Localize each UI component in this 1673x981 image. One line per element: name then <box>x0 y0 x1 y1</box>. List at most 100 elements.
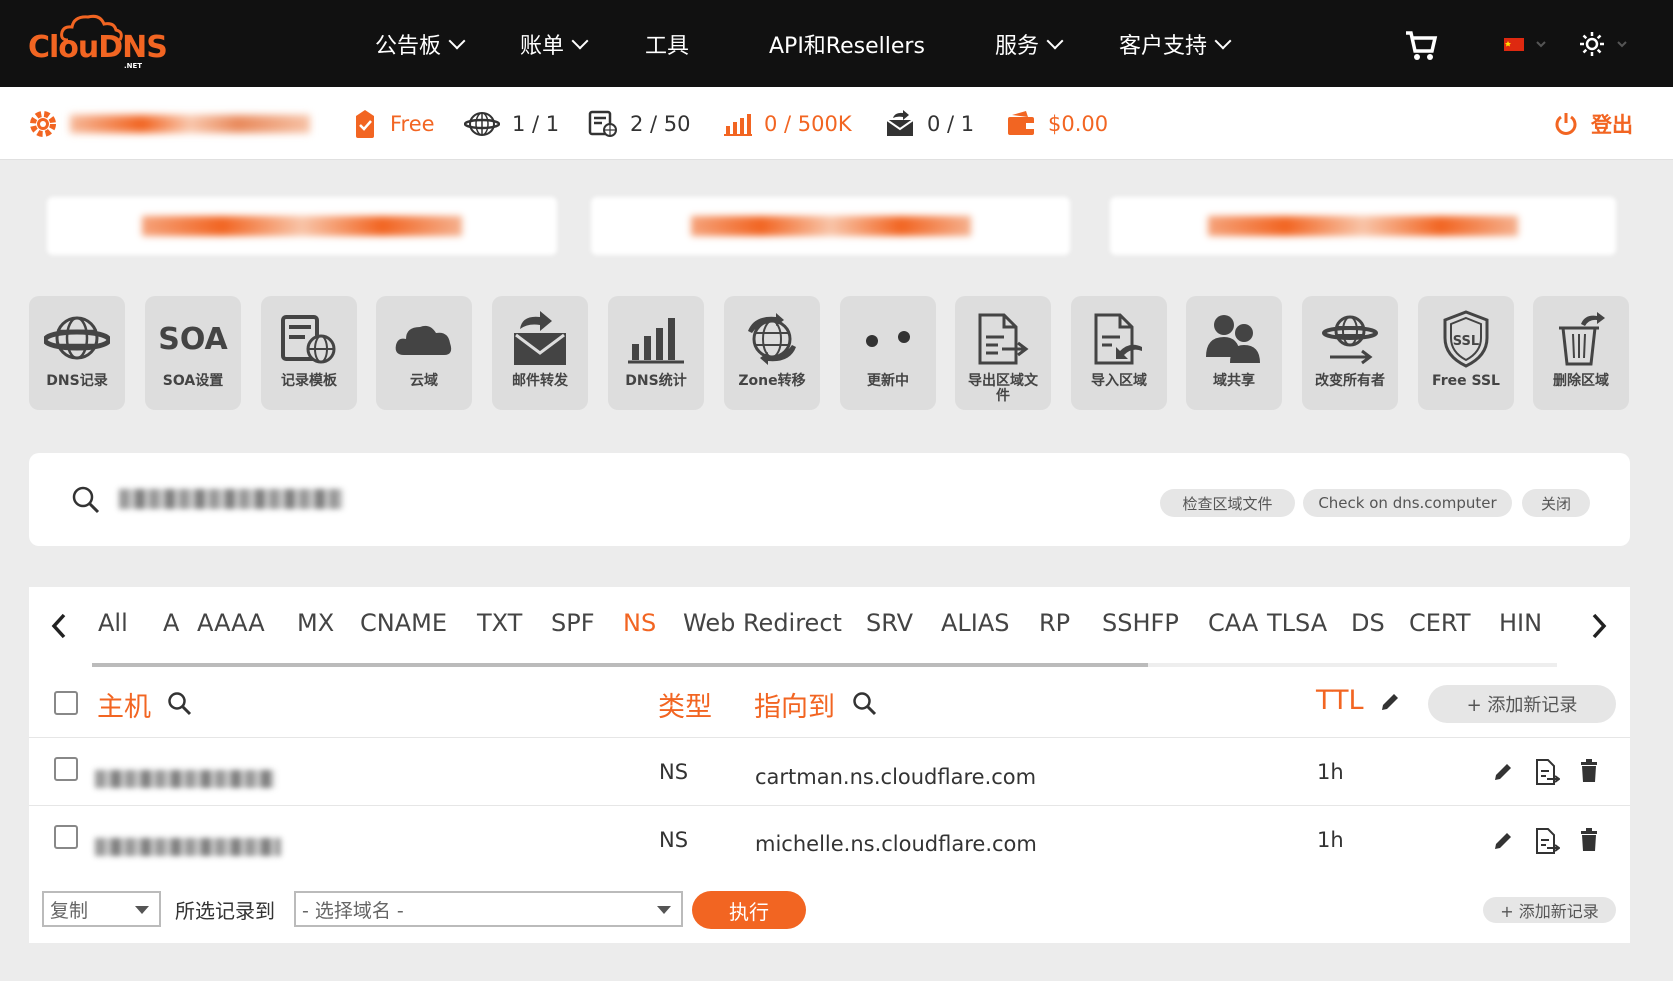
tab-ns[interactable]: NS <box>623 609 656 637</box>
tile-label: DNS统计 <box>625 373 687 389</box>
tab-web-redirect[interactable]: Web Redirect <box>683 609 842 637</box>
tab-ds[interactable]: DS <box>1351 609 1385 637</box>
pencil-icon[interactable] <box>1492 830 1514 856</box>
nameserver-banner-3[interactable] <box>1110 197 1616 255</box>
records-count-value: 2 / 50 <box>630 111 691 136</box>
tabs-scrollbar[interactable] <box>92 663 1557 667</box>
action-select[interactable]: 复制 <box>42 891 161 927</box>
tile-domain-sharing[interactable]: 域共享 <box>1186 296 1282 410</box>
search-icon[interactable] <box>167 691 193 721</box>
pencil-icon[interactable] <box>1492 761 1514 787</box>
tab-caa[interactable]: CAA <box>1208 609 1258 637</box>
tab-cname[interactable]: CNAME <box>360 609 447 637</box>
chevron-left-icon[interactable] <box>49 611 69 645</box>
record-ttl: 1h <box>1317 760 1344 784</box>
tile-export-zone[interactable]: 导出区域文件 <box>955 296 1051 410</box>
plan-free[interactable]: Free <box>352 87 435 160</box>
tile-updating[interactable]: 更新中 <box>840 296 936 410</box>
tab-tlsa[interactable]: TLSA <box>1267 609 1327 637</box>
execute-button[interactable]: 执行 <box>692 891 806 929</box>
tile-label: 导入区域 <box>1091 373 1147 389</box>
add-record-button-bottom[interactable]: + 添加新记录 <box>1483 897 1616 923</box>
tile-label: DNS记录 <box>46 373 108 389</box>
tab-spf[interactable]: SPF <box>551 609 595 637</box>
domain-select[interactable]: - 选择域名 - <box>294 891 683 927</box>
cart-icon[interactable] <box>1404 30 1438 66</box>
tile-mail-forwarding[interactable]: 邮件转发 <box>492 296 588 410</box>
globe-icon <box>464 111 500 137</box>
nav-dashboard[interactable]: 公告板 <box>375 0 466 87</box>
nameserver-banner-2[interactable] <box>591 197 1070 255</box>
trash-icon[interactable] <box>1579 828 1599 856</box>
tile-record-templates[interactable]: 记录模板 <box>261 296 357 410</box>
account-balance[interactable]: $0.00 <box>1006 87 1108 160</box>
nameserver-blurred-2 <box>690 216 971 236</box>
language-flag-icon[interactable] <box>1504 36 1548 56</box>
tile-delete-zone[interactable]: 删除区域 <box>1533 296 1629 410</box>
row-checkbox[interactable] <box>54 757 78 781</box>
gear-icon[interactable] <box>28 109 58 139</box>
tab-rp[interactable]: RP <box>1039 609 1070 637</box>
tab-txt[interactable]: TXT <box>477 609 522 637</box>
tile-import-zone[interactable]: 导入区域 <box>1071 296 1167 410</box>
chevron-right-icon[interactable] <box>1589 611 1609 645</box>
plan-label: Free <box>390 111 435 136</box>
nav-api-resellers[interactable]: API和Resellers <box>769 0 925 87</box>
records-icon <box>588 110 618 138</box>
theme-sun-icon[interactable] <box>1580 32 1630 60</box>
export-record-icon[interactable] <box>1534 827 1561 859</box>
tile-dns-records[interactable]: DNS记录 <box>29 296 125 410</box>
tile-dns-stats[interactable]: DNS统计 <box>608 296 704 410</box>
tab-srv[interactable]: SRV <box>866 609 913 637</box>
stats-icon <box>628 308 684 370</box>
account-settings[interactable] <box>28 87 310 160</box>
queries-count[interactable]: 0 / 500K <box>724 87 852 160</box>
search-icon[interactable] <box>71 485 101 519</box>
mail-forward-icon <box>885 109 915 138</box>
tile-zone-transfer[interactable]: Zone转移 <box>724 296 820 410</box>
export-record-icon[interactable] <box>1534 758 1561 790</box>
check-zone-file-button[interactable]: 检查区域文件 <box>1160 489 1295 517</box>
tile-free-ssl[interactable]: SSL Free SSL <box>1418 296 1514 410</box>
chevron-down-icon <box>1046 32 1064 49</box>
check-dns-computer-button[interactable]: Check on dns.computer <box>1303 489 1512 517</box>
tile-label: 记录模板 <box>281 373 337 389</box>
ssl-icon: SSL <box>1441 308 1491 370</box>
table-row[interactable]: NS cartman.ns.cloudflare.com 1h <box>29 738 1630 806</box>
tab-alias[interactable]: ALIAS <box>941 609 1010 637</box>
tab-cert[interactable]: CERT <box>1409 609 1471 637</box>
records-count: 2 / 50 <box>588 87 691 160</box>
row-checkbox[interactable] <box>54 825 78 849</box>
tab-aaaa[interactable]: AAAA <box>197 609 265 637</box>
zones-count: 1 / 1 <box>464 87 559 160</box>
tab-hin[interactable]: HIN <box>1499 609 1542 637</box>
points-to-header[interactable]: 指向到 <box>754 685 835 724</box>
select-all-checkbox[interactable] <box>54 691 78 715</box>
nav-tools[interactable]: 工具 <box>645 0 689 87</box>
tab-sshfp[interactable]: SSHFP <box>1102 609 1179 637</box>
tabs-scrollbar-thumb[interactable] <box>92 663 1148 667</box>
selected-records-label: 所选记录到 <box>175 899 275 923</box>
search-icon[interactable] <box>852 691 878 721</box>
tab-mx[interactable]: MX <box>297 609 334 637</box>
type-header[interactable]: 类型 <box>658 685 712 724</box>
ttl-header[interactable]: TTL <box>1316 685 1364 716</box>
cloudns-logo[interactable]: ClouDNS .NET <box>28 12 168 72</box>
trash-icon[interactable] <box>1579 759 1599 787</box>
tile-soa-settings[interactable]: SOA SOA设置 <box>145 296 241 410</box>
tab-a[interactable]: A <box>163 609 179 637</box>
nameserver-banner-1[interactable] <box>47 197 557 255</box>
tile-change-owner[interactable]: 改变所有者 <box>1302 296 1398 410</box>
tile-label: Free SSL <box>1432 373 1500 389</box>
tile-cloud-domains[interactable]: 云域 <box>376 296 472 410</box>
nav-support[interactable]: 客户支持 <box>1119 0 1232 87</box>
add-record-button[interactable]: + 添加新记录 <box>1428 685 1616 723</box>
tab-all[interactable]: All <box>98 609 128 637</box>
pencil-icon[interactable] <box>1379 691 1401 717</box>
host-header[interactable]: 主机 <box>97 685 151 724</box>
table-row[interactable]: NS michelle.ns.cloudflare.com 1h <box>29 806 1630 876</box>
close-button[interactable]: 关闭 <box>1522 489 1590 517</box>
nav-services[interactable]: 服务 <box>995 0 1064 87</box>
logout-button[interactable]: 登出 <box>1553 87 1633 160</box>
nav-billing[interactable]: 账单 <box>520 0 589 87</box>
